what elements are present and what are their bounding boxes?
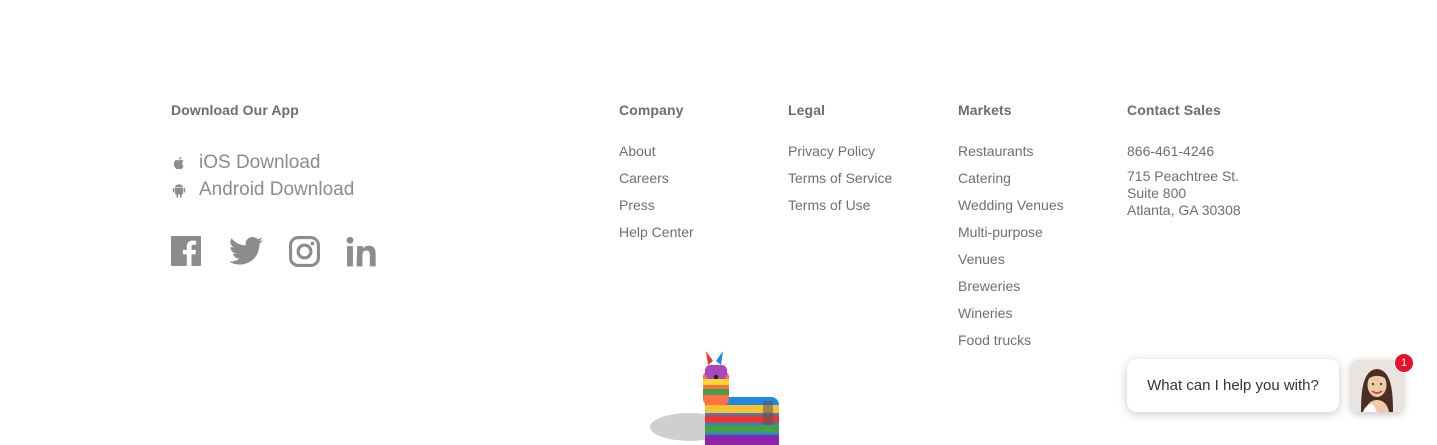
facebook-icon bbox=[171, 236, 201, 266]
instagram-link[interactable] bbox=[289, 236, 320, 268]
pinata-mascot-illustration bbox=[650, 351, 779, 445]
android-download-link[interactable]: Android Download bbox=[171, 179, 354, 201]
contact-phone-link[interactable]: 866-461-4246 bbox=[1127, 138, 1241, 165]
address-line-3: Atlanta, GA 30308 bbox=[1127, 202, 1241, 218]
chat-prompt-text: What can I help you with? bbox=[1147, 377, 1319, 394]
twitter-link[interactable] bbox=[229, 236, 263, 268]
company-link-careers[interactable]: Careers bbox=[619, 165, 694, 192]
chat-notification-badge: 1 bbox=[1394, 353, 1414, 373]
ios-download-label: iOS Download bbox=[199, 152, 321, 173]
company-heading: Company bbox=[619, 102, 684, 118]
android-icon bbox=[171, 182, 187, 198]
legal-heading: Legal bbox=[788, 102, 826, 118]
address-line-2: Suite 800 bbox=[1127, 185, 1187, 201]
markets-heading: Markets bbox=[958, 102, 1012, 118]
android-download-label: Android Download bbox=[199, 179, 355, 200]
markets-link-wedding-venues[interactable]: Wedding Venues bbox=[958, 192, 1064, 219]
markets-link-venues[interactable]: Venues bbox=[958, 246, 1064, 273]
markets-link-wineries[interactable]: Wineries bbox=[958, 300, 1064, 327]
markets-link-multi-purpose[interactable]: Multi-purpose bbox=[958, 219, 1064, 246]
contact-sales-heading: Contact Sales bbox=[1127, 102, 1221, 118]
linkedin-icon bbox=[346, 236, 376, 267]
markets-link-catering[interactable]: Catering bbox=[958, 165, 1064, 192]
chat-prompt-bubble[interactable]: What can I help you with? bbox=[1127, 359, 1339, 412]
company-link-about[interactable]: About bbox=[619, 138, 694, 165]
contact-sales-info: 866-461-4246 715 Peachtree St. Suite 800… bbox=[1127, 138, 1241, 219]
markets-link-restaurants[interactable]: Restaurants bbox=[958, 138, 1064, 165]
social-links bbox=[171, 236, 378, 268]
twitter-icon bbox=[229, 236, 263, 265]
legal-link-terms-of-service[interactable]: Terms of Service bbox=[788, 165, 892, 192]
markets-link-food-trucks[interactable]: Food trucks bbox=[958, 327, 1064, 354]
markets-link-breweries[interactable]: Breweries bbox=[958, 273, 1064, 300]
company-links: About Careers Press Help Center bbox=[619, 138, 694, 246]
site-footer: Download Our App iOS Download Android Do… bbox=[0, 0, 1437, 445]
markets-links: Restaurants Catering Wedding Venues Mult… bbox=[958, 138, 1064, 354]
instagram-icon bbox=[289, 236, 320, 267]
ios-download-link[interactable]: iOS Download bbox=[171, 152, 320, 174]
legal-links: Privacy Policy Terms of Service Terms of… bbox=[788, 138, 892, 219]
linkedin-link[interactable] bbox=[346, 236, 378, 268]
company-link-help-center[interactable]: Help Center bbox=[619, 219, 694, 246]
download-app-heading: Download Our App bbox=[171, 102, 299, 118]
legal-link-terms-of-use[interactable]: Terms of Use bbox=[788, 192, 892, 219]
facebook-link[interactable] bbox=[171, 236, 201, 268]
legal-link-privacy-policy[interactable]: Privacy Policy bbox=[788, 138, 892, 165]
apple-icon bbox=[171, 155, 187, 171]
company-link-press[interactable]: Press bbox=[619, 192, 694, 219]
address-line-1: 715 Peachtree St. bbox=[1127, 168, 1240, 184]
